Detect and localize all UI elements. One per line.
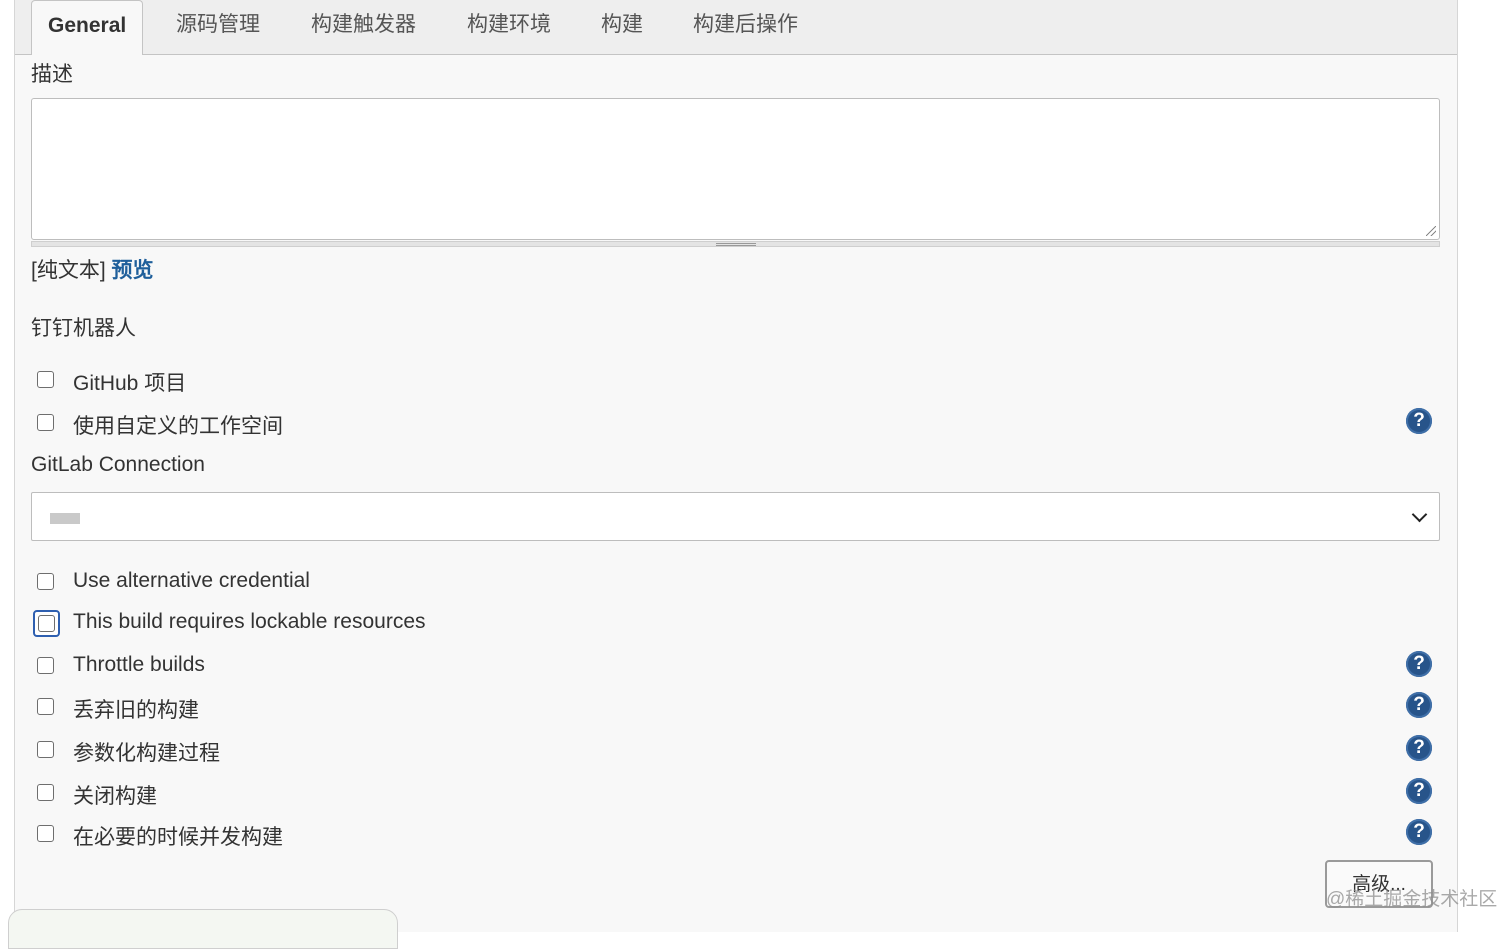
disable-build-label[interactable]: 关闭构建 xyxy=(73,780,157,810)
tab-source-code-management[interactable]: 源码管理 xyxy=(176,0,260,54)
tab-build[interactable]: 构建 xyxy=(601,0,643,54)
throttle-builds-checkbox[interactable] xyxy=(37,657,54,674)
help-icon[interactable]: ? xyxy=(1406,692,1432,718)
lockable-resources-checkbox[interactable] xyxy=(33,610,60,637)
concurrent-builds-label[interactable]: 在必要的时候并发构建 xyxy=(73,821,283,851)
disable-build-checkbox[interactable] xyxy=(37,784,54,801)
concurrent-builds-checkbox[interactable] xyxy=(37,825,54,842)
description-format: [纯文本] 预览 xyxy=(31,254,154,284)
tab-build-triggers[interactable]: 构建触发器 xyxy=(311,0,416,54)
custom-workspace-checkbox[interactable] xyxy=(37,414,54,431)
help-icon[interactable]: ? xyxy=(1406,651,1432,677)
custom-workspace-label[interactable]: 使用自定义的工作空间 xyxy=(73,410,283,440)
parameterized-build-checkbox[interactable] xyxy=(37,741,54,758)
help-icon[interactable]: ? xyxy=(1406,735,1432,761)
config-tab-bar: General 源码管理 构建触发器 构建环境 构建 构建后操作 xyxy=(15,0,1457,55)
chevron-down-icon xyxy=(1411,506,1428,523)
preview-link[interactable]: 预览 xyxy=(112,259,154,282)
github-project-checkbox[interactable] xyxy=(37,371,54,388)
alternative-credential-checkbox[interactable] xyxy=(37,573,54,590)
bottom-panel-tab xyxy=(8,909,398,949)
tab-post-build-actions[interactable]: 构建后操作 xyxy=(693,0,798,54)
watermark: @稀土掘金技术社区 xyxy=(1326,889,1498,910)
plain-text-label: [纯文本] xyxy=(31,259,106,282)
description-label: 描述 xyxy=(31,63,73,86)
job-config-panel: General 源码管理 构建触发器 构建环境 构建 构建后操作 描述 [纯文本… xyxy=(14,0,1458,932)
dingtalk-robot-label: 钉钉机器人 xyxy=(31,317,136,340)
description-textarea[interactable] xyxy=(31,98,1440,240)
resize-handle-icon[interactable] xyxy=(1426,226,1436,236)
github-project-label[interactable]: GitHub 项目 xyxy=(73,367,186,397)
help-icon[interactable]: ? xyxy=(1406,778,1432,804)
gitlab-connection-value xyxy=(50,513,80,524)
gitlab-connection-label: GitLab Connection xyxy=(31,453,205,476)
discard-old-builds-checkbox[interactable] xyxy=(37,698,54,715)
help-icon[interactable]: ? xyxy=(1406,819,1432,845)
discard-old-builds-label[interactable]: 丢弃旧的构建 xyxy=(73,694,199,724)
tab-build-environment[interactable]: 构建环境 xyxy=(467,0,551,54)
tab-general[interactable]: General xyxy=(31,0,144,55)
throttle-builds-label[interactable]: Throttle builds xyxy=(73,653,205,677)
grip-icon xyxy=(716,243,756,246)
textarea-resize-grip[interactable] xyxy=(31,241,1440,247)
alternative-credential-label[interactable]: Use alternative credential xyxy=(73,569,310,593)
lockable-resources-label[interactable]: This build requires lockable resources xyxy=(73,610,426,634)
parameterized-build-label[interactable]: 参数化构建过程 xyxy=(73,737,220,767)
gitlab-connection-select[interactable] xyxy=(31,492,1440,541)
help-icon[interactable]: ? xyxy=(1406,408,1432,434)
